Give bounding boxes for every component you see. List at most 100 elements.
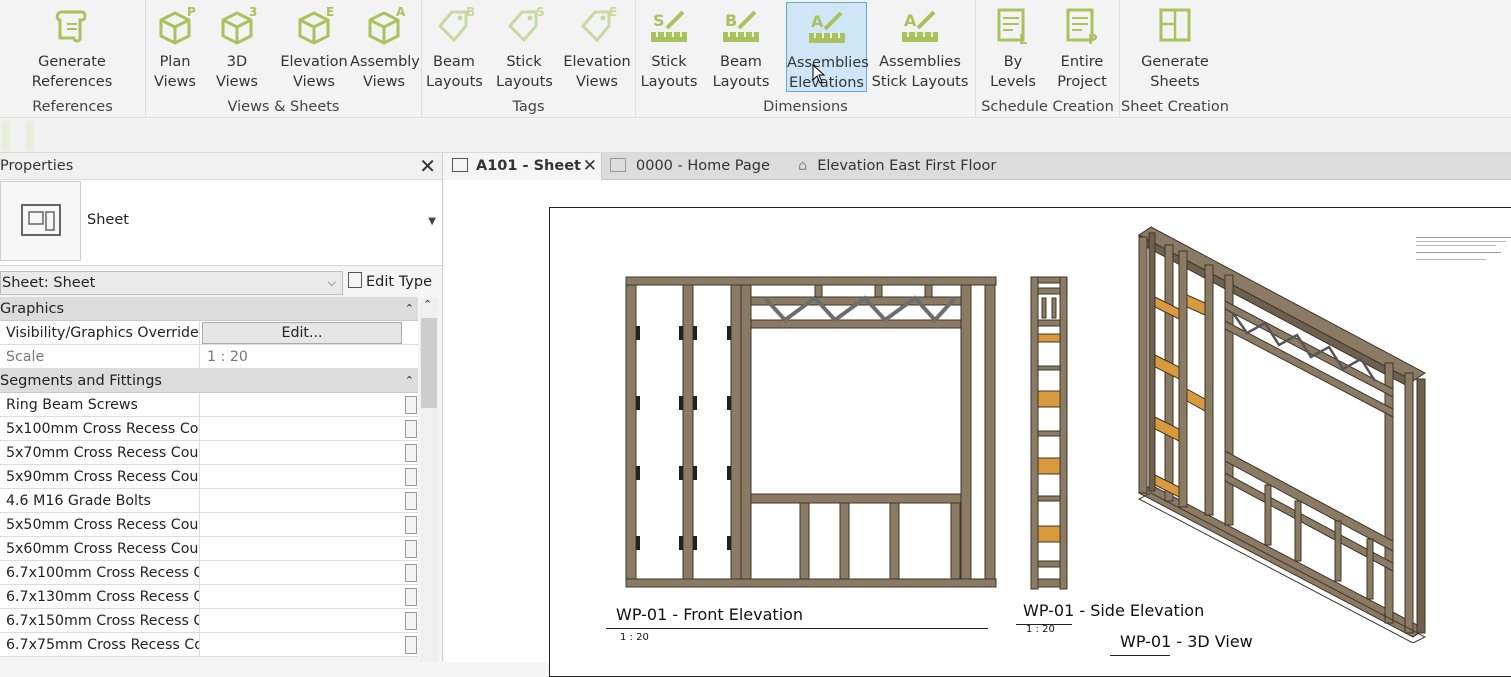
front-elevation-view[interactable] — [625, 276, 1000, 594]
generate-sheets-button[interactable]: Generate Sheets — [1138, 2, 1212, 92]
properties-panel: Properties ✕ Sheet ▼ Sheet: Sheet ⌵ Edit… — [0, 153, 443, 662]
property-value[interactable] — [201, 513, 403, 537]
chevron-down-icon: ⌵ — [327, 276, 336, 289]
view-title: WP-01 - 3D View — [1120, 632, 1253, 651]
button-label: Beam — [720, 54, 762, 70]
property-checkbox[interactable] — [405, 516, 417, 534]
property-checkbox[interactable] — [405, 468, 417, 486]
group-label: Tags — [512, 99, 545, 115]
tab-a101-sheet[interactable]: A101 - Sheet ✕ — [444, 153, 602, 180]
property-key: 5x70mm Cross Recess Coun... — [0, 441, 200, 465]
3d-views-button[interactable]: 3 3D Views — [212, 2, 262, 92]
button-label: Sheets — [1150, 74, 1200, 90]
property-value[interactable] — [201, 393, 403, 417]
tab-home-page[interactable]: 0000 - Home Page — [610, 153, 790, 180]
property-value[interactable] — [201, 465, 403, 489]
edit-overrides-button[interactable]: Edit... — [202, 322, 402, 344]
property-checkbox[interactable] — [405, 444, 417, 462]
sheet-layout-icon — [1159, 8, 1191, 42]
button-label: Views — [216, 74, 258, 90]
property-key: 6.7x150mm Cross Recess C... — [0, 609, 200, 633]
side-elevation-view[interactable] — [1030, 276, 1070, 594]
properties-scrollbar[interactable]: ⌃ — [420, 298, 438, 662]
view-tab-bar: A101 - Sheet ✕ 0000 - Home Page ⌂ Elevati… — [444, 153, 1511, 180]
property-key: 6.7x75mm Cross Recess Co... — [0, 633, 200, 657]
properties-title-bar: Properties ✕ — [0, 153, 442, 180]
drawing-canvas[interactable]: WP-01 - Front Elevation 1 : 20 WP-01 - S… — [444, 180, 1511, 677]
property-value[interactable] — [201, 441, 403, 465]
property-key: 5x50mm Cross Recess Coun... — [0, 513, 200, 537]
cube-icon: P — [159, 5, 196, 45]
property-value[interactable] — [201, 537, 403, 561]
select-value: Sheet: Sheet — [2, 275, 96, 291]
property-checkbox[interactable] — [405, 420, 417, 438]
property-value[interactable] — [201, 585, 403, 609]
mouse-cursor-icon — [812, 64, 826, 84]
property-checkbox[interactable] — [405, 492, 417, 510]
schedule-icon: P — [1066, 8, 1098, 48]
dimension-pencil-icon: A — [902, 10, 938, 42]
button-label: Stick — [651, 54, 687, 70]
button-label: Project — [1057, 74, 1107, 90]
section-graphics[interactable]: Graphics ⌃ — [0, 297, 418, 321]
tag-icon: E — [580, 5, 617, 43]
property-value[interactable]: 1 : 20 — [201, 345, 403, 369]
property-value[interactable] — [201, 417, 403, 441]
button-label: 3D — [226, 54, 248, 70]
grip-handle[interactable] — [26, 121, 34, 151]
svg-text:3: 3 — [249, 5, 257, 19]
tag-elevation-views-button[interactable]: E Elevation Views — [562, 2, 632, 92]
instance-filter-select[interactable]: Sheet: Sheet ⌵ — [0, 271, 343, 295]
scroll-up-icon[interactable]: ⌃ — [423, 298, 432, 311]
3d-view[interactable] — [1135, 223, 1435, 643]
tag-stick-layouts-button[interactable]: S Stick Layouts — [496, 2, 553, 92]
assembly-views-button[interactable]: A Assembly Views — [350, 2, 420, 92]
property-key: 5x90mm Cross Recess Coun... — [0, 465, 200, 489]
instance-filter-row: Sheet: Sheet ⌵ Edit Type — [0, 266, 442, 298]
dim-beam-layouts-button[interactable]: B Beam Layouts — [712, 2, 770, 92]
button-label: Beam — [433, 54, 475, 70]
sheet-border: WP-01 - Front Elevation 1 : 20 WP-01 - S… — [549, 207, 1511, 677]
chevron-down-icon[interactable]: ▼ — [428, 216, 436, 227]
dim-stick-layouts-button[interactable]: S Stick Layouts — [640, 2, 698, 92]
ribbon-group-views-sheets: P Plan Views 3 3D Views E Elevation View… — [146, 0, 422, 118]
group-label: Dimensions — [763, 99, 848, 115]
close-icon[interactable]: ✕ — [419, 153, 436, 180]
tab-elevation-east[interactable]: ⌂ Elevation East First Floor — [798, 153, 1018, 180]
property-checkbox[interactable] — [405, 588, 417, 606]
collapse-icon[interactable]: ⌃ — [405, 297, 414, 321]
type-selector[interactable]: Sheet ▼ — [0, 180, 442, 266]
property-value[interactable] — [201, 561, 403, 585]
property-checkbox[interactable] — [405, 636, 417, 654]
collapse-icon[interactable]: ⌃ — [405, 369, 414, 393]
section-segments-fittings[interactable]: Segments and Fittings ⌃ — [0, 369, 418, 393]
property-key: Ring Beam Screws — [0, 393, 200, 417]
button-label: Generate — [1141, 54, 1209, 70]
tag-icon: B — [437, 5, 475, 43]
property-checkbox[interactable] — [405, 396, 417, 414]
close-icon[interactable]: ✕ — [583, 153, 597, 180]
property-checkbox[interactable] — [405, 540, 417, 558]
assemblies-elevations-button[interactable]: A Assemblies Elevations — [786, 2, 869, 92]
tag-beam-layouts-button[interactable]: B Beam Layouts — [426, 2, 483, 92]
by-levels-button[interactable]: L By Levels — [980, 2, 1046, 92]
property-checkbox[interactable] — [405, 612, 417, 630]
property-value[interactable] — [201, 633, 403, 657]
ribbon-group-tags: B Beam Layouts S Stick Layouts E Elevati… — [422, 0, 636, 118]
button-label: Elevations — [789, 75, 864, 91]
assemblies-stick-layouts-button[interactable]: A Assemblies Stick Layouts — [870, 2, 970, 92]
generate-references-button[interactable]: Generate References — [2, 2, 142, 92]
edit-type-button[interactable]: Edit Type — [348, 272, 432, 290]
grip-handle[interactable] — [2, 121, 10, 151]
plan-views-button[interactable]: P Plan Views — [150, 2, 200, 92]
elevation-views-button[interactable]: E Elevation Views — [280, 2, 348, 92]
scrollbar-thumb[interactable] — [421, 318, 437, 408]
entire-project-button[interactable]: P Entire Project — [1052, 2, 1112, 92]
button-label: Views — [154, 74, 196, 90]
cube-icon: A — [368, 5, 406, 45]
section-label: Segments and Fittings — [0, 373, 162, 389]
property-value[interactable] — [201, 489, 403, 513]
property-row: 5x50mm Cross Recess Coun... — [0, 513, 418, 537]
property-value[interactable] — [201, 609, 403, 633]
property-checkbox[interactable] — [405, 564, 417, 582]
